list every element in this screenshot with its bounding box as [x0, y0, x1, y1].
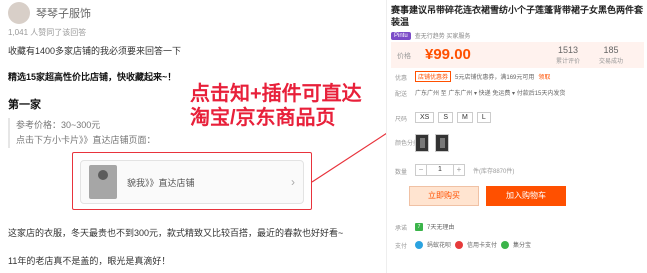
jifenbao-icon [501, 240, 510, 249]
reference-price: 参考价格：30~300元 [16, 120, 101, 130]
size-option[interactable]: M [457, 112, 473, 123]
color-swatch[interactable] [415, 134, 429, 152]
price-value: ¥99.00 [425, 46, 471, 63]
product-panel: 赛事建议吊带碎花连衣裙雪纺小个子莲蓬背带裙子女黑色两件套装温 Pintu 查无行… [386, 0, 647, 273]
size-option[interactable]: XS [415, 112, 435, 123]
bold-intro: 精选15家超高性价比店铺，快收藏起来~！ [8, 72, 177, 82]
quote-bar [8, 118, 10, 148]
highlight-box [72, 152, 312, 210]
payment-method[interactable]: 信用卡支付 [467, 240, 497, 249]
author-avatar[interactable] [8, 2, 30, 24]
shipping-text[interactable]: 广东广州 至 广东广州 ▾ 快递 免运费 ▾ 付款后15天内发货 [415, 88, 565, 97]
stat-deals[interactable]: 185 交易成功 [599, 45, 623, 65]
payment-row: 蚂蚁花呗 信用卡支付 集分宝 [415, 240, 531, 249]
author-row[interactable]: 琴琴子服饰 [8, 2, 91, 24]
body-text-1: 这家店的衣服，冬天最贵也不到300元，款式精致又比较百搭，最近的春款也好好看~ [8, 228, 344, 238]
add-to-cart-button[interactable]: 加入购物车 [486, 186, 566, 206]
callout-line-1: 点击知+插件可直达 [190, 83, 362, 105]
quantity-stepper: − 1 + 件(库存8870件) [415, 164, 514, 176]
check-icon: 7 [415, 222, 423, 231]
payment-method[interactable]: 集分宝 [513, 240, 531, 249]
commit-label: 承诺 [395, 226, 408, 232]
size-label: 尺码 [395, 117, 408, 123]
credit-card-icon [455, 240, 464, 249]
pay-label: 支付 [395, 244, 408, 250]
buy-now-button[interactable]: 立即购买 [409, 186, 479, 206]
minus-icon[interactable]: − [415, 164, 427, 176]
price-box: 价格 ¥99.00 1513 累计评价 185 交易成功 [391, 42, 644, 68]
tag-row: Pintu 查无行趋势 买家服务 [391, 31, 470, 40]
click-hint: 点击下方小卡片》》直达店铺页面： [16, 135, 156, 145]
payment-method[interactable]: 蚂蚁花呗 [427, 240, 451, 249]
product-title: 赛事建议吊带碎花连衣裙雪纺小个子莲蓬背带裙子女黑色两件套装温 [391, 5, 644, 27]
color-options [415, 134, 449, 152]
callout-line-2: 淘宝/京东商品页 [190, 107, 336, 129]
huabei-icon [415, 240, 423, 249]
stat-reviews[interactable]: 1513 累计评价 [556, 45, 580, 65]
commit-text: 7天无理由 [427, 225, 455, 231]
stat-reviews-label: 累计评价 [556, 59, 581, 65]
stat-deals-value: 185 [603, 45, 619, 55]
vote-count: 1,041 人赞同了该回答 [8, 28, 87, 37]
size-option[interactable]: S [438, 112, 454, 123]
article-panel: 琴琴子服饰 1,041 人赞同了该回答 收藏有1400多家店铺的我必须要来回答一… [0, 0, 386, 273]
author-name[interactable]: 琴琴子服饰 [36, 5, 91, 21]
stock-text: 件(库存8870件) [473, 168, 515, 175]
callout-text: 点击知+插件可直达 淘宝/京东商品页 [190, 82, 362, 130]
quantity-input[interactable]: 1 [427, 164, 453, 176]
tag-meta: 查无行趋势 买家服务 [414, 34, 471, 40]
product-tag: Pintu [391, 31, 411, 40]
section-title: 第一家 [8, 99, 41, 111]
quantity-label: 数量 [395, 170, 408, 176]
commit-row: 7 7天无理由 [415, 222, 454, 231]
intro-text: 收藏有1400多家店铺的我必须要来回答一下 [8, 46, 182, 56]
color-swatch[interactable] [435, 134, 449, 152]
coupon-get-link[interactable]: 领取 [538, 72, 550, 81]
coupon-text: 5元店铺优惠券，满169元可用 [455, 75, 535, 81]
plus-icon[interactable]: + [453, 164, 465, 176]
price-label: 价格 [397, 53, 411, 60]
size-options: XS S M L [415, 112, 491, 123]
stat-deals-label: 交易成功 [599, 59, 624, 65]
body-text-2: 11年的老店真不是盖的，眼光是真滴好！ [8, 256, 171, 266]
shipping-label: 配送 [395, 92, 408, 98]
coupon-tag[interactable]: 店铺优惠券 [415, 71, 452, 82]
size-option[interactable]: L [476, 112, 491, 123]
coupon-row: 店铺优惠券 5元店铺优惠券，满169元可用 领取 [415, 71, 550, 82]
stat-reviews-value: 1513 [557, 45, 579, 55]
coupon-label: 优惠 [395, 76, 408, 82]
